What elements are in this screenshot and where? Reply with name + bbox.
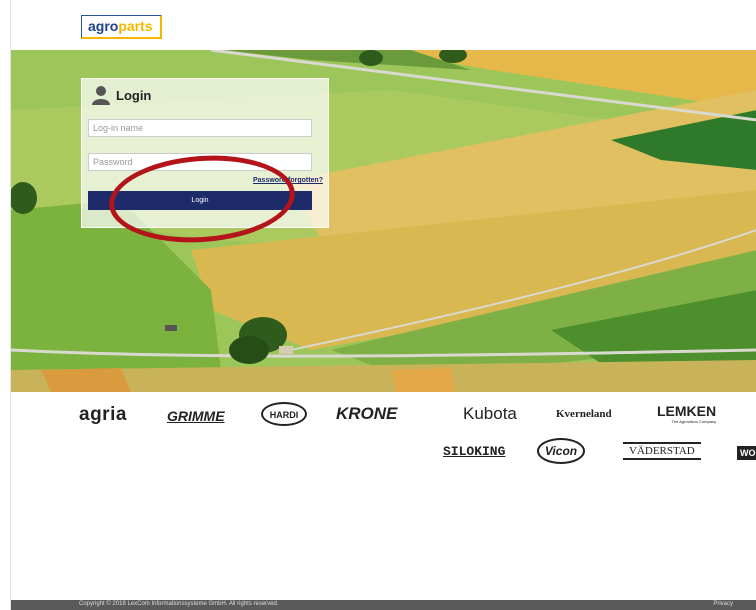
brand-logos: agria GRIMME HARDI KRONE Kubota Kvernela…: [11, 392, 756, 470]
brand-kubota[interactable]: Kubota: [463, 404, 517, 424]
copyright-text: Copyright © 2018 LexCom Informationssyst…: [79, 601, 279, 607]
brand-lemken[interactable]: LEMKEN The Agrovision Company: [657, 403, 716, 424]
brand-kverneland[interactable]: Kverneland: [556, 408, 612, 420]
page-frame: agroparts Login Log-in name Password for…: [10, 0, 756, 610]
login-title: Login: [116, 88, 152, 103]
username-input[interactable]: [88, 119, 312, 137]
brand-grimme[interactable]: GRIMME: [167, 408, 225, 424]
logo-text-parts: parts: [118, 18, 153, 34]
site-footer: Copyright © 2018 LexCom Informationssyst…: [11, 600, 756, 610]
brand-lemken-tagline: The Agrovision Company: [671, 419, 717, 424]
logo-text-agro: agro: [88, 18, 119, 34]
brand-hardi[interactable]: HARDI: [261, 402, 307, 426]
brand-siloking[interactable]: SILOKING: [443, 444, 505, 459]
brand-lemken-label: LEMKEN: [657, 403, 717, 419]
site-header: agroparts: [11, 0, 756, 50]
brand-krone[interactable]: KRONE: [336, 404, 397, 424]
brand-vicon[interactable]: Vicon: [537, 438, 585, 464]
brand-vaderstad[interactable]: VÄDERSTAD: [623, 442, 701, 460]
brand-agria[interactable]: agria: [79, 404, 127, 426]
privacy-link[interactable]: Privacy: [713, 601, 733, 607]
agroparts-logo[interactable]: agroparts: [81, 15, 162, 39]
user-icon: [92, 86, 110, 105]
brand-wo[interactable]: WO: [737, 446, 756, 460]
